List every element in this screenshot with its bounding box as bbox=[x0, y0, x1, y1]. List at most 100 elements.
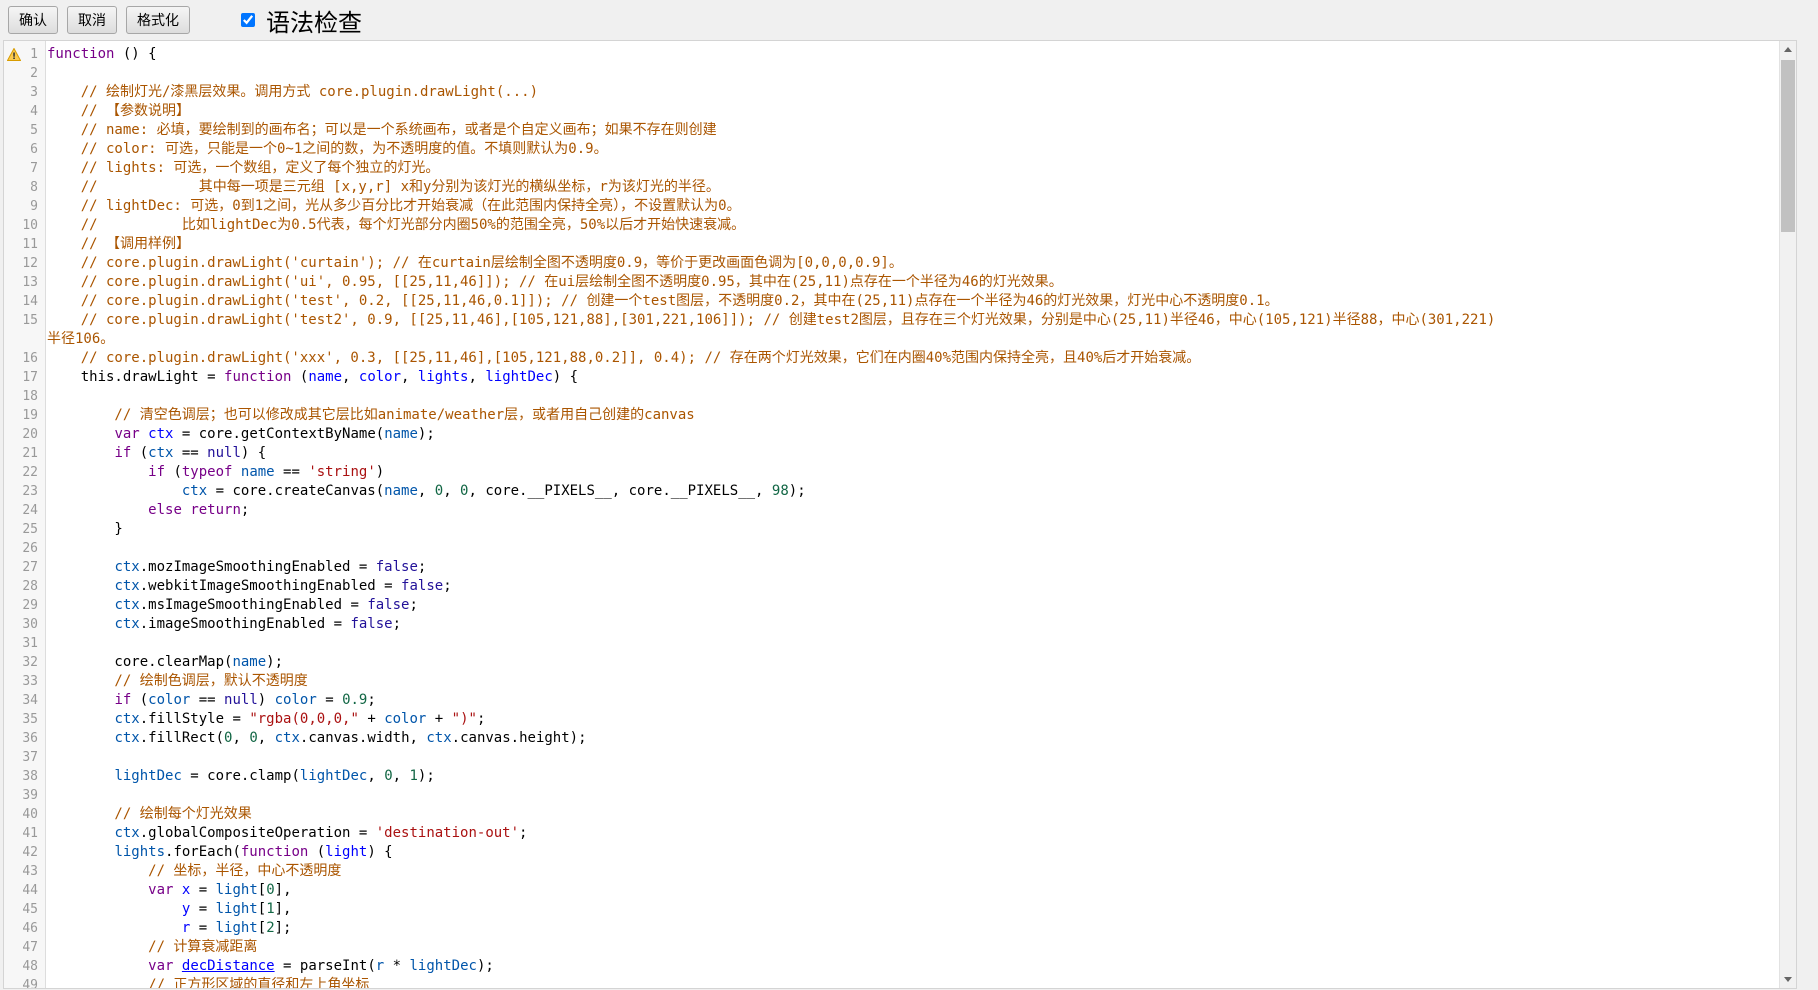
confirm-button[interactable]: 确认 bbox=[8, 6, 58, 34]
line-number: 26 bbox=[20, 539, 42, 558]
code-text: ctx.msImageSmoothingEnabled = false; bbox=[42, 596, 418, 615]
code-line[interactable]: 20 var ctx = core.getContextByName(name)… bbox=[4, 425, 1779, 444]
code-line[interactable]: 10 // 比如lightDec为0.5代表，每个灯光部分内圈50%的范围全亮，… bbox=[4, 216, 1779, 235]
code-line[interactable]: 40 // 绘制每个灯光效果 bbox=[4, 805, 1779, 824]
code-line[interactable]: 18 bbox=[4, 387, 1779, 406]
line-number: 14 bbox=[20, 292, 42, 311]
code-line[interactable]: 4 // 【参数说明】 bbox=[4, 102, 1779, 121]
scrollbar-up-button[interactable] bbox=[1780, 41, 1796, 58]
code-line[interactable]: 25 } bbox=[4, 520, 1779, 539]
code-line[interactable]: 45 y = light[1], bbox=[4, 900, 1779, 919]
code-text: // core.plugin.drawLight('test2', 0.9, [… bbox=[42, 311, 1495, 330]
code-line[interactable]: 7 // lights: 可选，一个数组，定义了每个独立的灯光。 bbox=[4, 159, 1779, 178]
lint-gutter-cell bbox=[4, 64, 20, 83]
line-number: 4 bbox=[20, 102, 42, 121]
code-line[interactable]: 49 // 正方形区域的直径和左上角坐标 bbox=[4, 976, 1779, 988]
lint-gutter-cell bbox=[4, 843, 20, 862]
code-line[interactable]: 38 lightDec = core.clamp(lightDec, 0, 1)… bbox=[4, 767, 1779, 786]
line-number: 46 bbox=[20, 919, 42, 938]
code-line[interactable]: 34 if (color == null) color = 0.9; bbox=[4, 691, 1779, 710]
lint-gutter-cell bbox=[4, 121, 20, 140]
code-line[interactable]: 27 ctx.mozImageSmoothingEnabled = false; bbox=[4, 558, 1779, 577]
code-line[interactable]: 44 var x = light[0], bbox=[4, 881, 1779, 900]
lint-gutter-cell bbox=[4, 520, 20, 539]
code-line[interactable]: 32 core.clearMap(name); bbox=[4, 653, 1779, 672]
code-line[interactable]: 19 // 清空色调层；也可以修改成其它层比如animate/weather层，… bbox=[4, 406, 1779, 425]
code-line[interactable]: 21 if (ctx == null) { bbox=[4, 444, 1779, 463]
lint-gutter-cell bbox=[4, 406, 20, 425]
lint-gutter-cell bbox=[4, 881, 20, 900]
scrollbar-down-button[interactable] bbox=[1780, 971, 1796, 988]
code-line[interactable]: 26 bbox=[4, 539, 1779, 558]
code-line[interactable]: 23 ctx = core.createCanvas(name, 0, 0, c… bbox=[4, 482, 1779, 501]
code-line[interactable]: 15 // core.plugin.drawLight('test2', 0.9… bbox=[4, 311, 1779, 330]
code-line[interactable]: 半径106。 bbox=[4, 330, 1779, 349]
code-line[interactable]: 5 // name: 必填，要绘制到的画布名；可以是一个系统画布，或者是个自定义… bbox=[4, 121, 1779, 140]
code-line[interactable]: 33 // 绘制色调层，默认不透明度 bbox=[4, 672, 1779, 691]
lint-gutter-cell bbox=[4, 273, 20, 292]
code-line[interactable]: 39 bbox=[4, 786, 1779, 805]
code-line[interactable]: 9 // lightDec: 可选，0到1之间，光从多少百分比才开始衰减（在此范… bbox=[4, 197, 1779, 216]
line-number: 39 bbox=[20, 786, 42, 805]
code-line[interactable]: 48 var decDistance = parseInt(r * lightD… bbox=[4, 957, 1779, 976]
code-line[interactable]: 11 // 【调用样例】 bbox=[4, 235, 1779, 254]
code-text bbox=[42, 786, 47, 805]
code-text: // color: 可选，只能是一个0~1之间的数，为不透明度的值。不填则默认为… bbox=[42, 140, 608, 159]
code-line[interactable]: 12 // core.plugin.drawLight('curtain'); … bbox=[4, 254, 1779, 273]
code-line[interactable]: 16 // core.plugin.drawLight('xxx', 0.3, … bbox=[4, 349, 1779, 368]
code-line[interactable]: 41 ctx.globalCompositeOperation = 'desti… bbox=[4, 824, 1779, 843]
lint-gutter-cell bbox=[4, 805, 20, 824]
code-line[interactable]: 14 // core.plugin.drawLight('test', 0.2,… bbox=[4, 292, 1779, 311]
code-line[interactable]: 47 // 计算衰减距离 bbox=[4, 938, 1779, 957]
line-number: 9 bbox=[20, 197, 42, 216]
code-text: var x = light[0], bbox=[42, 881, 292, 900]
code-line[interactable]: 42 lights.forEach(function (light) { bbox=[4, 843, 1779, 862]
code-line[interactable]: 8 // 其中每一项是三元组 [x,y,r] x和y分别为该灯光的横纵坐标，r为… bbox=[4, 178, 1779, 197]
code-line[interactable]: !1function () { bbox=[4, 45, 1779, 64]
code-line[interactable]: 6 // color: 可选，只能是一个0~1之间的数，为不透明度的值。不填则默… bbox=[4, 140, 1779, 159]
code-text bbox=[42, 64, 47, 83]
lint-gutter-cell bbox=[4, 539, 20, 558]
format-button[interactable]: 格式化 bbox=[126, 6, 190, 34]
lint-gutter-cell bbox=[4, 102, 20, 121]
code-line[interactable]: 37 bbox=[4, 748, 1779, 767]
code-text: if (color == null) color = 0.9; bbox=[42, 691, 376, 710]
code-text: if (ctx == null) { bbox=[42, 444, 266, 463]
line-number: 10 bbox=[20, 216, 42, 235]
lint-gutter-cell bbox=[4, 672, 20, 691]
code-line[interactable]: 3 // 绘制灯光/漆黑层效果。调用方式 core.plugin.drawLig… bbox=[4, 83, 1779, 102]
code-text: core.clearMap(name); bbox=[42, 653, 283, 672]
cancel-button[interactable]: 取消 bbox=[67, 6, 117, 34]
line-number: 28 bbox=[20, 577, 42, 596]
code-line[interactable]: 29 ctx.msImageSmoothingEnabled = false; bbox=[4, 596, 1779, 615]
line-number: 40 bbox=[20, 805, 42, 824]
line-number: 17 bbox=[20, 368, 42, 387]
code-line[interactable]: 36 ctx.fillRect(0, 0, ctx.canvas.width, … bbox=[4, 729, 1779, 748]
code-line[interactable]: 46 r = light[2]; bbox=[4, 919, 1779, 938]
code-text: var ctx = core.getContextByName(name); bbox=[42, 425, 435, 444]
code-line[interactable]: 28 ctx.webkitImageSmoothingEnabled = fal… bbox=[4, 577, 1779, 596]
line-number bbox=[20, 330, 42, 349]
code-text: } bbox=[42, 520, 123, 539]
code-editor[interactable]: !1function () {23 // 绘制灯光/漆黑层效果。调用方式 cor… bbox=[3, 40, 1797, 989]
code-line[interactable]: 35 ctx.fillStyle = "rgba(0,0,0," + color… bbox=[4, 710, 1779, 729]
warning-icon: ! bbox=[4, 45, 20, 64]
lint-gutter-cell bbox=[4, 729, 20, 748]
code-line[interactable]: 30 ctx.imageSmoothingEnabled = false; bbox=[4, 615, 1779, 634]
code-line[interactable]: 31 bbox=[4, 634, 1779, 653]
line-number: 12 bbox=[20, 254, 42, 273]
code-line[interactable]: 22 if (typeof name == 'string') bbox=[4, 463, 1779, 482]
line-number: 30 bbox=[20, 615, 42, 634]
code-line[interactable]: 43 // 坐标，半径，中心不透明度 bbox=[4, 862, 1779, 881]
line-number: 15 bbox=[20, 311, 42, 330]
scrollbar-thumb[interactable] bbox=[1781, 60, 1795, 232]
code-line[interactable]: 13 // core.plugin.drawLight('ui', 0.95, … bbox=[4, 273, 1779, 292]
lint-gutter-cell bbox=[4, 767, 20, 786]
code-line[interactable]: 17 this.drawLight = function (name, colo… bbox=[4, 368, 1779, 387]
code-line[interactable]: 24 else return; bbox=[4, 501, 1779, 520]
code-scroll-area[interactable]: !1function () {23 // 绘制灯光/漆黑层效果。调用方式 cor… bbox=[4, 41, 1779, 988]
vertical-scrollbar[interactable] bbox=[1779, 41, 1796, 988]
lint-gutter-cell bbox=[4, 292, 20, 311]
syntax-check-checkbox[interactable] bbox=[241, 13, 255, 27]
code-line[interactable]: 2 bbox=[4, 64, 1779, 83]
